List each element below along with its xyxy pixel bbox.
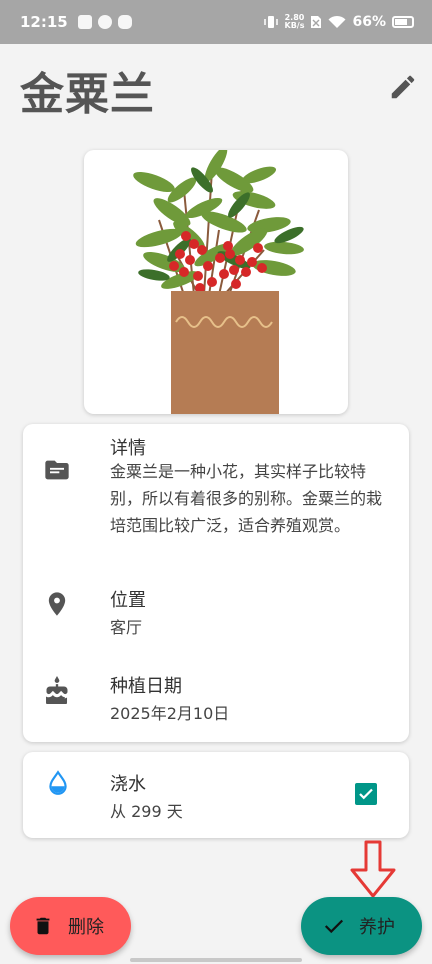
checkmark-icon xyxy=(359,788,373,800)
app-notification-icon xyxy=(97,15,112,29)
planting-date-label: 种植日期 xyxy=(110,676,182,697)
care-button[interactable]: 养护 xyxy=(301,897,422,955)
watering-value: 从 299 天 xyxy=(110,802,183,821)
app-notification-icon xyxy=(77,15,92,29)
details-description: 金粟兰是一种小花，其实样子比较特别，所以有着很多的别称。金粟兰的栽培范围比较广泛… xyxy=(110,462,383,535)
no-sim-icon xyxy=(311,16,322,28)
trash-icon xyxy=(36,917,50,935)
location-value: 客厅 xyxy=(110,618,143,637)
care-label: 养护 xyxy=(359,917,395,938)
location-label: 位置 xyxy=(110,590,146,611)
pencil-icon[interactable] xyxy=(388,72,418,102)
details-label: 详情 xyxy=(110,438,146,459)
check-icon xyxy=(324,919,344,934)
status-time: 12:15 xyxy=(20,13,68,31)
arrow-down-icon xyxy=(350,840,396,898)
network-speed: 2.80 KB/s xyxy=(284,13,305,30)
plant-image xyxy=(84,150,348,414)
vibrate-icon xyxy=(263,16,278,28)
cake-icon xyxy=(46,676,68,704)
page-title: 金粟兰 xyxy=(20,69,155,120)
planting-date-value: 2025年2月10日 xyxy=(110,704,230,723)
delete-button[interactable]: 删除 xyxy=(10,897,131,955)
plant-info-card: 详情 金粟兰是一种小花，其实样子比较特别，所以有着很多的别称。金粟兰的栽培范围比… xyxy=(23,424,409,742)
folder-icon xyxy=(45,460,69,480)
watering-card[interactable]: 浇水 从 299 天 xyxy=(23,752,409,838)
watering-checkbox[interactable] xyxy=(355,783,377,805)
watering-label: 浇水 xyxy=(110,774,146,795)
wifi-icon xyxy=(328,15,346,28)
battery-icon xyxy=(392,16,414,28)
water-drop-icon xyxy=(49,770,67,795)
chat-notification-icon xyxy=(117,15,132,29)
battery-percent: 66% xyxy=(352,14,386,30)
location-pin-icon xyxy=(48,592,66,616)
potted-plant-illustration xyxy=(133,150,304,414)
status-bar: 12:15 2.80 KB/s 66% xyxy=(0,0,432,44)
gesture-nav-handle xyxy=(130,958,302,962)
delete-label: 删除 xyxy=(68,917,104,938)
